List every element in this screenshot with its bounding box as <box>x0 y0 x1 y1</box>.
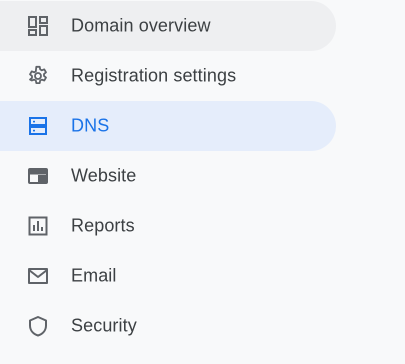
dns-server-icon <box>27 115 49 137</box>
sidebar-item-reports[interactable]: Reports <box>0 201 336 251</box>
sidebar-item-label: Website <box>71 165 137 186</box>
sidebar-item-label: Email <box>71 265 117 286</box>
sidebar-item-registration-settings[interactable]: Registration settings <box>0 51 336 101</box>
sidebar-item-label: Domain overview <box>71 15 211 36</box>
web-browser-icon <box>27 165 49 187</box>
sidebar-item-label: Registration settings <box>71 65 237 86</box>
sidebar-item-domain-overview[interactable]: Domain overview <box>0 1 336 51</box>
sidebar-nav: Domain overview Registration settings DN… <box>0 1 405 351</box>
sidebar-item-label: Security <box>71 315 137 336</box>
shield-icon <box>27 315 49 337</box>
sidebar-item-label: Reports <box>71 215 135 236</box>
sidebar-item-email[interactable]: Email <box>0 251 336 301</box>
dashboard-icon <box>27 15 49 37</box>
envelope-icon <box>27 265 49 287</box>
sidebar-item-label: DNS <box>71 115 110 136</box>
bar-chart-icon <box>27 215 49 237</box>
sidebar-item-security[interactable]: Security <box>0 301 336 351</box>
sidebar-item-dns[interactable]: DNS <box>0 101 336 151</box>
sidebar-item-website[interactable]: Website <box>0 151 336 201</box>
gear-icon <box>27 65 49 87</box>
